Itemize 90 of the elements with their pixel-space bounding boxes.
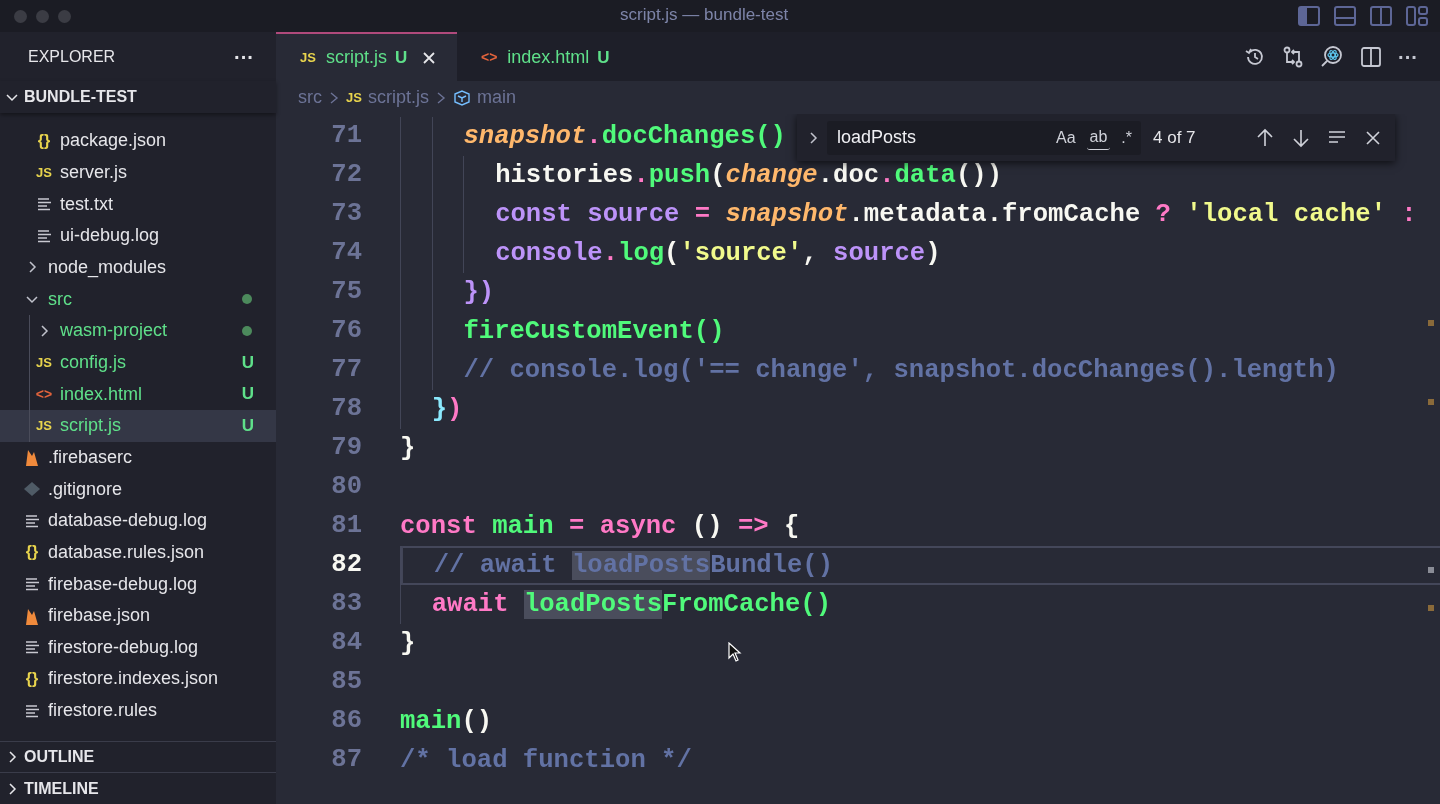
layout-toggle-icon[interactable] <box>1370 6 1392 26</box>
code-line: /* load function */ <box>400 745 692 777</box>
overview-ruler-mark <box>1428 399 1434 405</box>
layout-toggle-icon[interactable] <box>1406 6 1428 26</box>
html-file-icon: <> <box>32 383 56 405</box>
html-file-icon: <> <box>477 47 502 68</box>
atom-search-icon[interactable] <box>1320 44 1344 69</box>
tree-item[interactable]: firestore-debug.log <box>0 631 276 664</box>
overview-ruler-mark <box>1428 320 1434 326</box>
tree-item[interactable]: test.txt <box>0 188 276 220</box>
layout-toggle-icon[interactable] <box>1334 6 1356 26</box>
tree-item[interactable]: JS script.js U <box>0 409 276 442</box>
code-line: const source = snapshot.metadata.fromCache ? 'local cache' : <box>400 195 1417 234</box>
tree-item[interactable]: {} database.rules.json <box>0 536 276 569</box>
find-option-toggle[interactable]: .* <box>1118 125 1135 150</box>
sidebar-title: EXPLORER <box>28 46 116 67</box>
code-line: fireCustomEvent() <box>400 312 725 351</box>
arrow-down-icon[interactable] <box>1291 127 1311 148</box>
code-line: // await loadPostsBundle() <box>402 546 834 585</box>
editor-tab[interactable]: JS script.js U <box>276 32 458 81</box>
line-number: 72 <box>330 159 362 192</box>
match-count: 4 of 7 <box>1153 126 1196 149</box>
split-editor-icon[interactable] <box>1360 45 1382 68</box>
search-field[interactable]: loadPosts Aa ab .* <box>827 120 1141 155</box>
tree-item[interactable]: database-debug.log <box>0 504 276 537</box>
compare-icon[interactable] <box>1282 45 1304 68</box>
code-line: snapshot.docChanges() <box>400 117 786 156</box>
line-number: 85 <box>330 666 362 699</box>
more-actions-button[interactable]: ··· <box>234 41 254 72</box>
find-option-toggle[interactable]: ab <box>1086 125 1111 150</box>
line-number: 83 <box>330 588 362 621</box>
cube-icon <box>452 89 471 106</box>
json-file-icon: {} <box>20 667 44 691</box>
line-number: 81 <box>330 510 362 543</box>
code-line: const main = async () => { <box>400 511 800 543</box>
tree-item[interactable]: {} package.json <box>0 125 276 157</box>
line-number: 74 <box>330 237 362 270</box>
js-file-icon: JS <box>32 416 56 436</box>
tree-item[interactable]: JS config.js U <box>0 346 276 379</box>
tree-item[interactable]: .gitignore <box>0 473 276 505</box>
code-line: console.log('source', source) <box>400 234 941 273</box>
arrow-up-icon[interactable] <box>1255 127 1275 148</box>
overview-ruler-mark <box>1428 567 1434 573</box>
tree-item[interactable]: ui-debug.log <box>0 219 276 252</box>
line-number: 86 <box>330 705 362 738</box>
code-line: await loadPostsFromCache() <box>400 585 832 624</box>
line-number: 79 <box>330 432 362 465</box>
line-number: 75 <box>330 276 362 309</box>
code-line: }) <box>400 390 463 429</box>
tree-item[interactable]: node_modules <box>0 251 276 284</box>
tree-item[interactable]: {} firestore.indexes.json <box>0 663 276 695</box>
section-header[interactable]: TIMELINE <box>0 772 276 804</box>
tree-item[interactable]: firebase-debug.log <box>0 568 276 600</box>
json-file-icon: {} <box>20 540 44 565</box>
line-number: 76 <box>330 315 362 348</box>
folder-header[interactable]: BUNDLE-TEST <box>0 81 276 113</box>
line-number: 84 <box>330 627 362 660</box>
code-line: histories.push(change.doc.data()) <box>400 156 1002 195</box>
code-line: } <box>400 433 416 465</box>
line-number: 87 <box>330 744 362 777</box>
line-number: 80 <box>330 471 362 504</box>
code-line: main() <box>400 706 493 738</box>
tree-item[interactable]: wasm-project <box>0 314 276 347</box>
tree-item[interactable]: firebase.json <box>0 599 276 632</box>
js-file-icon: JS <box>32 162 56 183</box>
tree-item[interactable]: <> index.html U <box>0 378 276 410</box>
window-title: script.js — bundle-test <box>620 4 789 26</box>
tree-item[interactable]: src <box>0 283 276 315</box>
tree-item[interactable]: firestore.rules <box>0 694 276 727</box>
more-actions-button[interactable]: ··· <box>1398 41 1418 72</box>
code-line: // console.log('== change', snapshot.docChanges().length) <box>400 351 1339 390</box>
find-option-toggle[interactable]: Aa <box>1052 125 1079 150</box>
code-line: }) <box>400 273 495 312</box>
line-number: 73 <box>330 198 362 231</box>
line-number: 71 <box>330 120 362 153</box>
line-number: 82 <box>330 549 362 582</box>
tree-item[interactable]: JS server.js <box>0 156 276 189</box>
json-file-icon: {} <box>32 128 56 153</box>
layout-toggle-icon[interactable] <box>1298 6 1320 26</box>
close-icon[interactable] <box>421 49 438 66</box>
section-header[interactable]: OUTLINE <box>0 740 276 773</box>
mouse-pointer-icon <box>728 642 742 662</box>
line-number: 77 <box>330 354 362 387</box>
js-file-icon: JS <box>346 87 362 108</box>
code-line: } <box>400 628 416 660</box>
js-file-icon: JS <box>296 47 320 68</box>
overview-ruler-mark <box>1428 605 1434 611</box>
js-file-icon: JS <box>32 352 56 373</box>
tree-item[interactable]: .firebaserc <box>0 441 276 474</box>
line-number: 78 <box>330 393 362 426</box>
